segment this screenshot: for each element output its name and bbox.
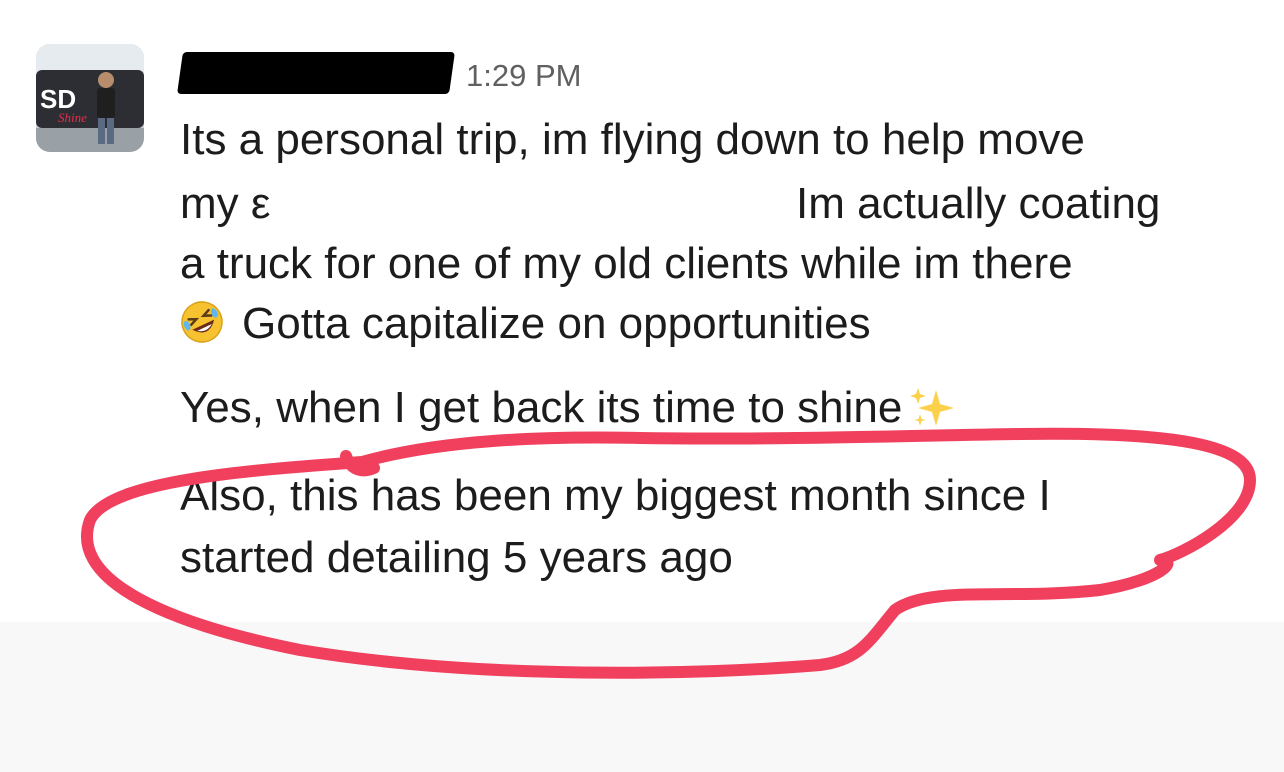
message-line-4-text: Gotta capitalize on opportunities <box>242 299 871 348</box>
message-line-5-text: Yes, when I get back its time to shine <box>180 383 903 432</box>
bottom-band <box>0 622 1284 772</box>
message-line-2-start: my ε <box>180 179 271 228</box>
timestamp[interactable]: 1:29 PM <box>466 58 581 94</box>
rolling-on-floor-laughing-emoji <box>181 301 223 343</box>
message-line-5: Yes, when I get back its time to shine <box>180 380 956 436</box>
message-line-2-end: Im actually coating <box>796 179 1161 228</box>
message-line-3: a truck for one of my old clients while … <box>180 239 1073 288</box>
sparkles-emoji <box>910 388 955 426</box>
message-line-1: Its a personal trip, im flying down to h… <box>180 115 1085 164</box>
avatar[interactable]: SD Shine <box>36 44 144 152</box>
avatar-image: SD Shine <box>36 44 144 152</box>
message-line-4: Gotta capitalize on opportunities <box>180 296 871 352</box>
message-line-7: started detailing 5 years ago <box>180 533 733 582</box>
svg-text:Shine: Shine <box>58 110 87 125</box>
message-line-6: Also, this has been my biggest month sin… <box>180 471 1051 520</box>
redacted-sender-name <box>177 52 455 94</box>
